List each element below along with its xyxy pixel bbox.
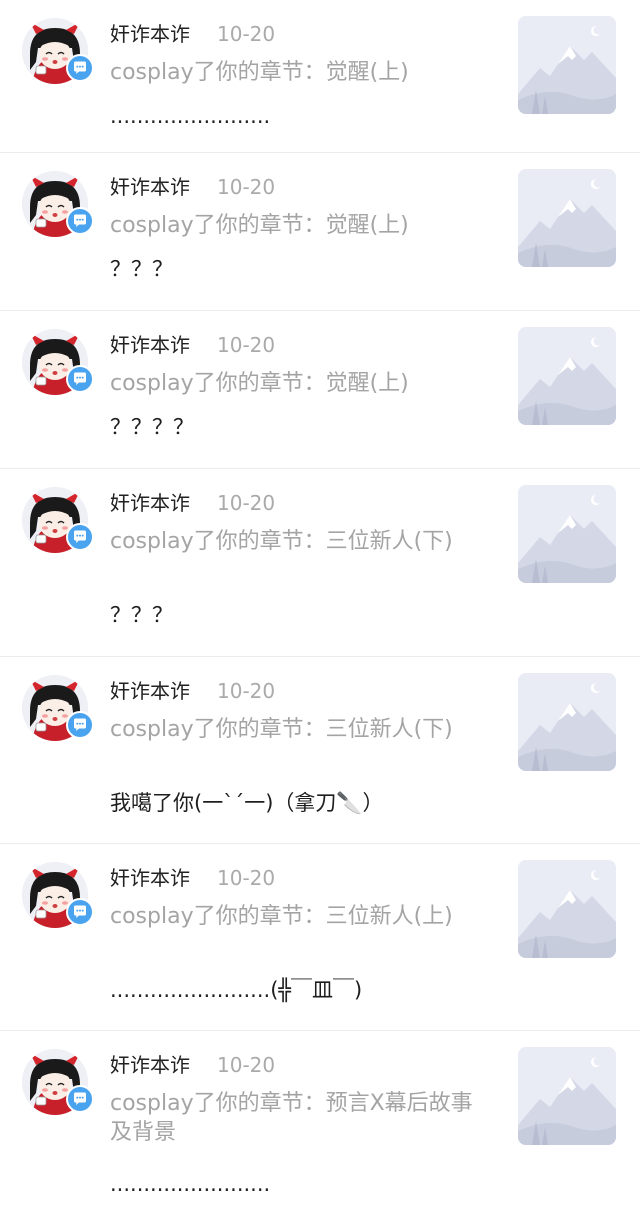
chapter-thumbnail[interactable] <box>518 485 616 583</box>
notification-item[interactable]: 奸诈本诈 10-20 cosplay了你的章节：觉醒(上) ..........… <box>0 0 640 153</box>
notification-item[interactable]: 奸诈本诈 10-20 cosplay了你的章节：三位新人(上) ........… <box>0 844 640 1031</box>
timestamp: 10-20 <box>217 22 276 46</box>
timestamp: 10-20 <box>217 1053 276 1077</box>
action-text: cosplay了你的章节：觉醒(上) <box>110 213 409 238</box>
comment-badge <box>66 1085 94 1113</box>
mountain-placeholder-icon <box>518 169 616 267</box>
comment-badge <box>66 711 94 739</box>
notification-item[interactable]: 奸诈本诈 10-20 cosplay了你的章节：三位新人(下) ？？？ <box>0 469 640 657</box>
username[interactable]: 奸诈本诈 <box>110 173 190 201</box>
comment-text: ？？？ <box>110 603 173 627</box>
mountain-placeholder-icon <box>518 673 616 771</box>
notification-item[interactable]: 奸诈本诈 10-20 cosplay了你的章节：觉醒(上) ？？？ <box>0 153 640 311</box>
timestamp: 10-20 <box>217 333 276 357</box>
comment-bubble-icon <box>74 1092 86 1105</box>
chapter-thumbnail[interactable] <box>518 327 616 425</box>
chapter-thumbnail[interactable] <box>518 1047 616 1145</box>
mountain-placeholder-icon <box>518 327 616 425</box>
action-text: cosplay了你的章节：预言X幕后故事及背景 <box>110 1091 473 1145</box>
comment-badge <box>66 898 94 926</box>
mountain-placeholder-icon <box>518 1047 616 1145</box>
username[interactable]: 奸诈本诈 <box>110 489 190 517</box>
comment-text: 我噶了你(一`´一)（拿刀🔪） <box>110 791 384 815</box>
notification-item[interactable]: 奸诈本诈 10-20 cosplay了你的章节：觉醒(上) ？？？？ <box>0 311 640 469</box>
comment-text: ........................ <box>110 1172 271 1196</box>
action-text: cosplay了你的章节：觉醒(上) <box>110 371 409 396</box>
action-text: cosplay了你的章节：三位新人(上) <box>110 904 453 929</box>
notification-item[interactable]: 奸诈本诈 10-20 cosplay了你的章节：预言X幕后故事及背景 .....… <box>0 1031 640 1205</box>
chapter-thumbnail[interactable] <box>518 169 616 267</box>
comment-bubble-icon <box>74 372 86 385</box>
notification-list: 奸诈本诈 10-20 cosplay了你的章节：觉醒(上) ..........… <box>0 0 640 1205</box>
comment-badge <box>66 523 94 551</box>
comment-text: ........................(╬￣皿￣) <box>110 978 363 1002</box>
username[interactable]: 奸诈本诈 <box>110 331 190 359</box>
comment-bubble-icon <box>74 61 86 74</box>
username[interactable]: 奸诈本诈 <box>110 677 190 705</box>
chapter-thumbnail[interactable] <box>518 860 616 958</box>
action-text: cosplay了你的章节：三位新人(下) <box>110 529 453 554</box>
comment-text: ........................ <box>110 104 271 128</box>
chapter-thumbnail[interactable] <box>518 673 616 771</box>
comment-bubble-icon <box>74 530 86 543</box>
comment-badge <box>66 54 94 82</box>
timestamp: 10-20 <box>217 866 276 890</box>
chapter-thumbnail[interactable] <box>518 16 616 114</box>
comment-badge <box>66 207 94 235</box>
mountain-placeholder-icon <box>518 16 616 114</box>
comment-badge <box>66 365 94 393</box>
mountain-placeholder-icon <box>518 485 616 583</box>
timestamp: 10-20 <box>217 491 276 515</box>
timestamp: 10-20 <box>217 679 276 703</box>
comment-bubble-icon <box>74 905 86 918</box>
action-text: cosplay了你的章节：三位新人(下) <box>110 717 453 742</box>
comment-text: ？？？ <box>110 257 173 281</box>
comment-bubble-icon <box>74 214 86 227</box>
comment-bubble-icon <box>74 718 86 731</box>
comment-text: ？？？？ <box>110 415 194 439</box>
username[interactable]: 奸诈本诈 <box>110 20 190 48</box>
mountain-placeholder-icon <box>518 860 616 958</box>
username[interactable]: 奸诈本诈 <box>110 1051 190 1079</box>
notification-item[interactable]: 奸诈本诈 10-20 cosplay了你的章节：三位新人(下) 我噶了你(一`´… <box>0 657 640 844</box>
action-text: cosplay了你的章节：觉醒(上) <box>110 60 409 85</box>
username[interactable]: 奸诈本诈 <box>110 864 190 892</box>
timestamp: 10-20 <box>217 175 276 199</box>
